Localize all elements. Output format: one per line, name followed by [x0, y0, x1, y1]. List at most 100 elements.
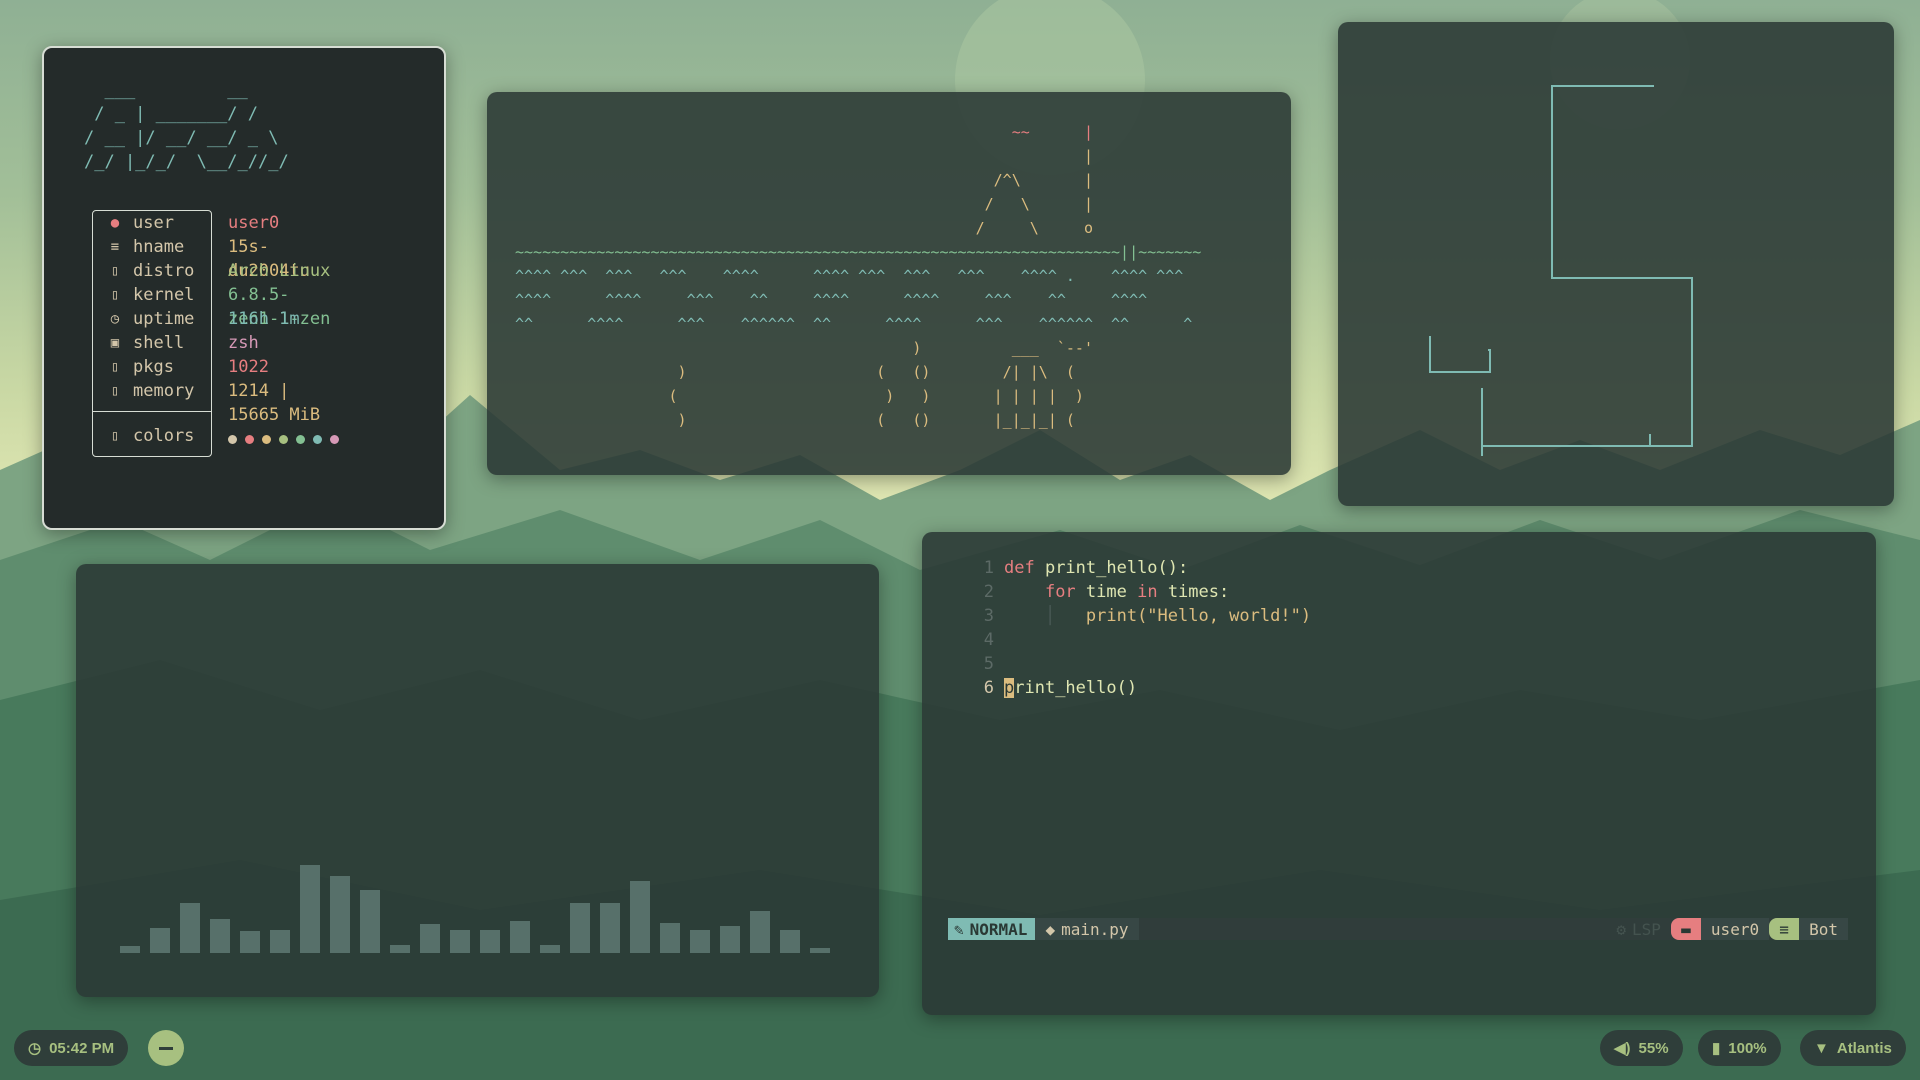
code-line[interactable]: 1 def print_hello():: [966, 556, 1311, 580]
position-segment: ≡ Bot: [1769, 918, 1848, 940]
info-key-kernel: ▯ kernel: [93, 283, 211, 307]
palette-dot: [279, 434, 288, 444]
info-value-user: user0: [228, 213, 280, 233]
code-line[interactable]: 4: [966, 628, 1311, 652]
ascii-landscape: ~~ | | /^\ | / \ | / \ o ~~~~~~~~~~~~~~~…: [515, 120, 1201, 432]
ascii-line: ~~ |: [515, 123, 1093, 141]
distro-icon: ▯: [110, 263, 120, 279]
info-value-distro: Arch Linux: [228, 261, 331, 281]
clock-icon: ◷: [28, 1040, 42, 1057]
audio-bar: [120, 946, 140, 953]
audio-bar: [180, 903, 200, 953]
info-keys: ● user ≡ hname ▯ distro ▯ kernel ◷ uptime ▣ shell ▯ p…: [92, 210, 212, 457]
info-key-distro: ▯ distro: [93, 259, 211, 283]
ascii-line: |: [515, 147, 1093, 165]
code-token: times:: [1167, 582, 1230, 602]
palette-dot: [330, 434, 339, 444]
pipes-screensaver: [1429, 85, 1693, 456]
info-value-hname: 15s-du2004tu: [228, 237, 310, 281]
color-palette: [228, 427, 339, 451]
audio-bar: [390, 945, 410, 953]
audio-bar: [690, 930, 710, 953]
audio-bar: [480, 930, 500, 953]
palette-dot: [228, 434, 237, 444]
user-segment: ▬ user0: [1670, 918, 1770, 940]
line-number: 5: [983, 654, 994, 674]
ascii-line: / \ o: [515, 219, 1093, 237]
info-key-pkgs: ▯ pkgs: [93, 355, 211, 379]
battery-widget[interactable]: ▮ 100%: [1698, 1030, 1781, 1066]
code-token: for: [1044, 582, 1086, 602]
code-line[interactable]: 3 │ print("Hello, world!"): [966, 604, 1311, 628]
info-key-uptime: ◷ uptime: [93, 307, 211, 331]
colors-key: ▯ colors: [93, 424, 211, 448]
fetch-window: ___ __ / _ | _______/ / / __ |/ __/ __/ …: [42, 46, 446, 530]
cursor: p: [1004, 678, 1015, 698]
audio-bar: [600, 903, 620, 953]
code-line[interactable]: 6 print_hello(): [966, 676, 1311, 700]
wifi-icon: ▼: [1814, 1039, 1829, 1057]
palette-dot: [262, 434, 271, 444]
code-line[interactable]: 2 for time in times:: [966, 580, 1311, 604]
clock-widget[interactable]: ◷ 05:42 PM: [14, 1030, 129, 1066]
ascii-line: ) ( () |_|_|_| (: [515, 411, 1075, 429]
code-token: print_hello():: [1044, 558, 1189, 578]
visualizer-window: [76, 564, 879, 997]
audio-bar: [810, 948, 830, 953]
editor-window[interactable]: 1 def print_hello(): 2 for time in times: 3…: [922, 532, 1876, 1015]
code-token: rint_hello(): [1014, 678, 1138, 698]
file-name: ◆ main.py: [1035, 918, 1139, 940]
info-value-kernel: 6.8.5-zen1-1-zen: [228, 285, 331, 329]
folder-icon: ▬: [1670, 918, 1701, 940]
workspace-button[interactable]: [148, 1030, 184, 1066]
audio-bar: [660, 923, 680, 953]
info-key-shell: ▣ shell: [93, 331, 211, 355]
minus-icon: [159, 1046, 173, 1050]
package-icon: ▯: [110, 359, 120, 375]
info-key-user: ● user: [93, 211, 211, 235]
pipes-window: [1338, 22, 1894, 506]
audio-bar: [720, 926, 740, 953]
audio-bar: [330, 876, 350, 953]
ascii-line: ) ( () /| |\ (: [515, 363, 1075, 381]
info-value-pkgs: 1022: [228, 357, 269, 377]
python-icon: ◆: [1045, 919, 1056, 939]
memory-icon: ▯: [110, 383, 120, 399]
code-token: print("Hello, world!"): [1085, 606, 1312, 626]
line-number: 3: [983, 606, 994, 626]
palette-dot: [296, 434, 305, 444]
audio-bar: [150, 928, 170, 953]
ascii-line: ~~~~~~~~~~~~~~~~~~~~~~~~~~~~~~~~~~~~~~~~…: [515, 243, 1202, 261]
audio-bar: [270, 930, 290, 953]
palette-icon: ▯: [110, 428, 120, 444]
code-line[interactable]: 5: [966, 652, 1311, 676]
ascii-line: ^^^^ ^^^^ ^^^ ^^ ^^^^ ^^^^ ^^^ ^^ ^^^^: [515, 291, 1148, 309]
palette-dot: [313, 434, 322, 444]
gear-icon: ⚙: [1616, 919, 1627, 939]
volume-icon: ◀): [1614, 1040, 1631, 1057]
audio-bars: [120, 865, 830, 953]
code-buffer[interactable]: 1 def print_hello(): 2 for time in times: 3…: [966, 556, 1311, 700]
status-line: ✎ NORMAL ◆ main.py ⚙ LSP ▬ user0 ≡ Bot: [948, 918, 1848, 940]
audio-bar: [240, 931, 260, 953]
line-number: 6: [983, 678, 994, 698]
info-value-memory: 1214 | 15665 MiB: [228, 381, 321, 425]
volume-widget[interactable]: ◀) 55%: [1600, 1030, 1683, 1066]
ascii-line: ( ) ) | | | | ): [515, 387, 1084, 405]
ascii-line: ^^^^ ^^^ ^^^ ^^^ ^^^^ ^^^^ ^^^ ^^^ ^^^ ^…: [515, 267, 1184, 285]
line-number: 4: [983, 630, 994, 650]
info-values: user0 15s-du2004tu Arch Linux 6.8.5-zen1-1-…: [228, 211, 339, 451]
audio-bar: [540, 945, 560, 953]
code-token: in: [1137, 582, 1168, 602]
line-number: 1: [983, 558, 994, 578]
clock-icon: ◷: [110, 311, 120, 327]
ascii-line: / \ |: [515, 195, 1093, 213]
network-widget[interactable]: ▼ Atlantis: [1800, 1030, 1906, 1066]
code-token: time: [1085, 582, 1138, 602]
user-icon: ●: [110, 215, 120, 231]
audio-bar: [360, 890, 380, 953]
audio-bar: [210, 919, 230, 953]
kernel-icon: ▯: [110, 287, 120, 303]
ascii-line: /^\ |: [515, 171, 1093, 189]
mode-indicator: ✎ NORMAL: [948, 918, 1036, 940]
